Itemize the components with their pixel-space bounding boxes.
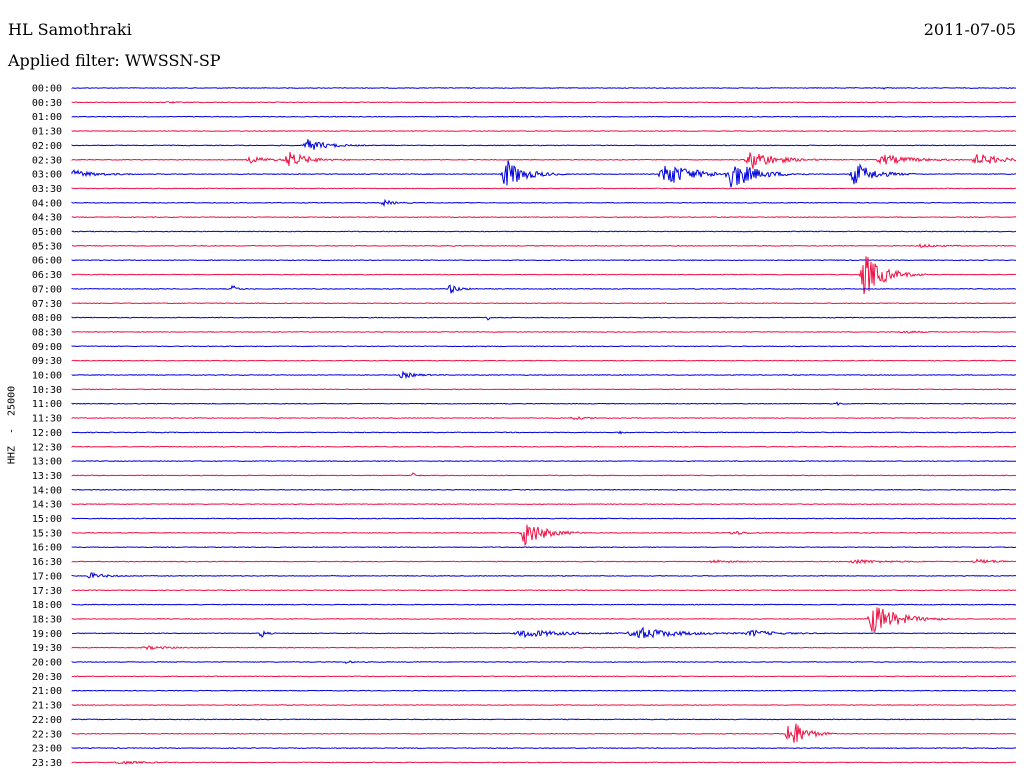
row-label: 17:00 [32, 571, 62, 582]
row-label: 21:00 [32, 686, 62, 697]
trace-line [71, 284, 1017, 294]
row-label: 13:30 [32, 471, 62, 482]
trace-line [71, 723, 1017, 743]
row-label: 23:30 [32, 758, 62, 769]
row-label: 13:00 [32, 457, 62, 468]
row-label: 06:00 [32, 256, 62, 267]
row-label: 03:30 [32, 184, 62, 195]
seismic-traces [71, 86, 1017, 765]
trace-line [71, 100, 1017, 104]
row-label: 22:30 [32, 729, 62, 740]
row-label: 15:30 [32, 528, 62, 539]
row-label: 16:30 [32, 557, 62, 568]
row-label: 11:00 [32, 399, 62, 410]
trace-line [71, 316, 1017, 321]
trace-line [71, 558, 1017, 565]
trace-line [71, 243, 1017, 248]
row-label: 18:00 [32, 600, 62, 611]
row-label: 23:00 [32, 744, 62, 755]
row-label: 08:00 [32, 313, 62, 324]
row-label: 05:30 [32, 241, 62, 252]
row-label: 19:30 [32, 643, 62, 654]
trace-line [71, 345, 1017, 348]
trace-line [71, 645, 1017, 651]
trace-line [71, 198, 1017, 208]
trace-line [71, 388, 1017, 391]
row-label: 17:30 [32, 586, 62, 597]
trace-line [71, 130, 1017, 132]
row-label: 01:00 [32, 112, 62, 123]
trace-line [71, 675, 1017, 678]
trace-line [71, 330, 1017, 334]
row-label: 04:00 [32, 198, 62, 209]
trace-line [71, 718, 1017, 721]
trace-line [71, 115, 1017, 118]
trace-line [71, 572, 1017, 579]
trace-line [71, 160, 1017, 188]
helicorder-plot: 00:00 00:30 01:00 01:30 02:00 02:30 03:00 03:30… [32, 84, 1017, 769]
row-label: 18:30 [32, 614, 62, 625]
row-label: 07:00 [32, 284, 62, 295]
trace-line [71, 517, 1017, 520]
trace-line [71, 401, 1017, 407]
trace-line [71, 430, 1017, 435]
row-label: 12:30 [32, 442, 62, 453]
row-label: 14:00 [32, 485, 62, 496]
trace-line [71, 187, 1017, 190]
trace-line [71, 603, 1017, 606]
row-label: 05:00 [32, 227, 62, 238]
row-label: 19:00 [32, 629, 62, 640]
row-label: 12:00 [32, 428, 62, 439]
row-time-labels: 00:00 00:30 01:00 01:30 02:00 02:30 03:00 03:30… [32, 84, 62, 769]
row-label: 00:30 [32, 98, 62, 109]
row-label: 20:00 [32, 658, 62, 669]
trace-line [71, 216, 1017, 219]
row-label: 08:30 [32, 327, 62, 338]
trace-line [71, 689, 1017, 692]
row-label: 20:30 [32, 672, 62, 683]
trace-line [71, 151, 1017, 169]
trace-line [71, 460, 1017, 463]
row-label: 11:30 [32, 414, 62, 425]
trace-line [71, 302, 1017, 305]
trace-line [71, 589, 1017, 592]
row-label: 01:30 [32, 127, 62, 138]
trace-line [71, 546, 1017, 549]
row-label: 07:30 [32, 299, 62, 310]
row-label: 21:30 [32, 701, 62, 712]
row-label: 06:30 [32, 270, 62, 281]
trace-line [71, 359, 1017, 362]
row-label: 03:00 [32, 170, 62, 181]
trace-line [71, 524, 1017, 547]
trace-line [71, 259, 1017, 262]
row-label: 22:00 [32, 715, 62, 726]
row-label: 09:00 [32, 342, 62, 353]
row-label: 10:00 [32, 371, 62, 382]
trace-line [71, 415, 1017, 421]
trace-line [71, 230, 1017, 233]
trace-line [71, 503, 1017, 506]
row-label: 15:00 [32, 514, 62, 525]
row-label: 02:00 [32, 141, 62, 152]
trace-line [71, 488, 1017, 491]
trace-line [71, 747, 1017, 750]
trace-line [71, 139, 1017, 150]
row-label: 14:30 [32, 500, 62, 511]
trace-line [71, 370, 1017, 380]
row-label: 09:30 [32, 356, 62, 367]
trace-line [71, 607, 1017, 632]
row-label: 16:00 [32, 543, 62, 554]
row-label: 02:30 [32, 155, 62, 166]
trace-line [71, 86, 1017, 90]
trace-line [71, 660, 1017, 664]
trace-line [71, 445, 1017, 448]
trace-line [71, 704, 1017, 706]
row-label: 04:30 [32, 213, 62, 224]
row-label: 00:00 [32, 84, 62, 95]
row-label: 10:30 [32, 385, 62, 396]
trace-line [71, 760, 1017, 765]
trace-line [71, 472, 1017, 477]
